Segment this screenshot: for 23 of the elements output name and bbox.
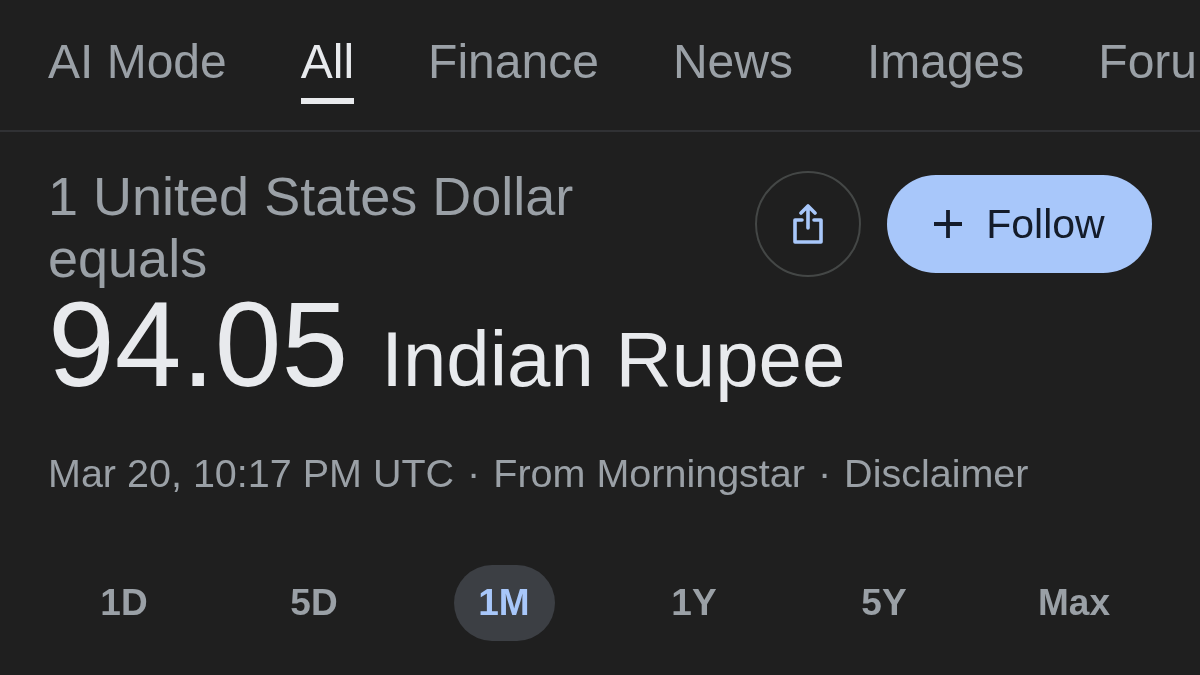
- search-tab[interactable]: Foru: [1098, 32, 1197, 104]
- separator-dot: ·: [467, 450, 481, 496]
- time-range-tab[interactable]: 1M: [453, 565, 555, 641]
- share-icon: [792, 204, 824, 244]
- time-range-tab[interactable]: 5Y: [833, 565, 935, 641]
- disclaimer-link[interactable]: Disclaimer: [844, 450, 1029, 496]
- separator-dot: ·: [817, 450, 832, 496]
- search-tab[interactable]: AI Mode: [48, 32, 227, 104]
- search-tab[interactable]: Finance: [428, 32, 599, 104]
- time-range-tab[interactable]: 5D: [263, 565, 365, 641]
- search-tab[interactable]: Images: [866, 32, 1025, 104]
- time-range-tab[interactable]: 1D: [73, 565, 175, 641]
- currency-name: Indian Rupee: [381, 314, 846, 405]
- follow-button[interactable]: Follow: [887, 175, 1152, 273]
- time-range-tab[interactable]: 1Y: [643, 565, 745, 641]
- share-button[interactable]: [755, 171, 861, 277]
- exchange-rate-value: 94.05: [48, 289, 349, 399]
- plus-icon: [934, 210, 963, 238]
- meta-text: Mar 20, 10:17 PM UTC: [48, 450, 455, 496]
- meta-text: From Morningstar: [493, 450, 805, 496]
- time-range-tab[interactable]: Max: [1014, 565, 1134, 641]
- conversion-label: 1 United States Dollar equals: [48, 165, 575, 289]
- search-tab[interactable]: News: [672, 32, 793, 104]
